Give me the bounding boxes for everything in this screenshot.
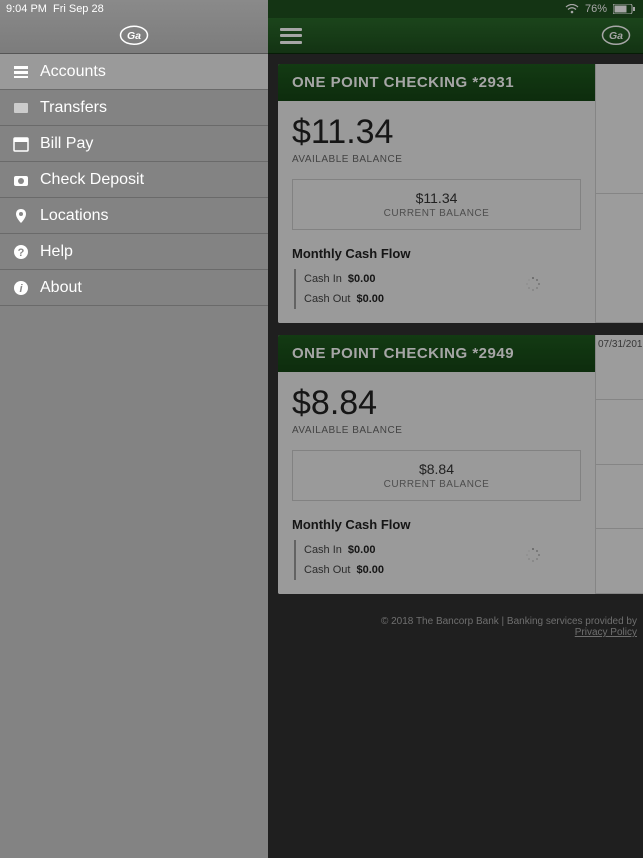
footer-copyright: © 2018 The Bancorp Bank | Banking servic…	[381, 616, 637, 627]
status-bar-left: 9:04 PM Fri Sep 28	[0, 0, 268, 18]
cashflow-section: Monthly Cash Flow Cash In $0.00 Cash Out…	[292, 517, 581, 580]
available-balance-label: AVAILABLE BALANCE	[292, 425, 581, 436]
sidebar-item-label: Transfers	[40, 99, 107, 117]
cashflow-section: Monthly Cash Flow Cash In $0.00 Cash Out…	[292, 246, 581, 309]
cash-in-value: $0.00	[348, 544, 376, 556]
account-title: ONE POINT CHECKING *2949	[278, 335, 595, 372]
transaction-cell[interactable]	[596, 64, 643, 194]
transactions-column	[595, 64, 643, 323]
svg-text:?: ?	[18, 247, 25, 259]
menu-toggle-button[interactable]	[280, 28, 302, 44]
sidebar-item-label: Bill Pay	[40, 135, 93, 153]
transaction-cell[interactable]	[596, 194, 643, 324]
current-balance-box: $11.34 CURRENT BALANCE	[292, 179, 581, 230]
cash-out-label: Cash Out	[304, 564, 350, 576]
brand-logo-icon: Ga	[601, 24, 631, 48]
status-date: Fri Sep 28	[53, 3, 104, 15]
sidebar-item-transfers[interactable]: Transfers	[0, 90, 268, 126]
sidebar-item-about[interactable]: i About	[0, 270, 268, 306]
transaction-cell[interactable]: 07/31/201	[596, 335, 643, 400]
cash-out-value: $0.00	[356, 564, 384, 576]
available-balance-value: $11.34	[292, 113, 581, 152]
sidebar-menu: Accounts Transfers Bill Pay Check Deposi…	[0, 54, 268, 306]
transaction-cell[interactable]	[596, 529, 643, 594]
cash-in-label: Cash In	[304, 273, 342, 285]
transaction-cell[interactable]	[596, 465, 643, 530]
sidebar-item-billpay[interactable]: Bill Pay	[0, 126, 268, 162]
cash-out-value: $0.00	[356, 293, 384, 305]
transfers-icon	[12, 99, 30, 117]
loading-spinner-icon	[525, 276, 541, 292]
sidebar-item-label: Locations	[40, 207, 109, 225]
main-panel: 76% Ga ONE POINT CHECKING *2931 $11.34 A…	[268, 0, 643, 858]
sidebar-item-checkdeposit[interactable]: Check Deposit	[0, 162, 268, 198]
cashflow-title: Monthly Cash Flow	[292, 246, 581, 261]
accounts-icon	[12, 63, 30, 81]
status-bar-right: 76%	[268, 0, 643, 18]
pin-icon	[12, 207, 30, 225]
brand-logo-icon: Ga	[119, 24, 149, 48]
info-icon: i	[12, 279, 30, 297]
sidebar: 9:04 PM Fri Sep 28 Ga Accounts Transfers…	[0, 0, 268, 858]
account-card[interactable]: ONE POINT CHECKING *2949 $8.84 AVAILABLE…	[278, 335, 643, 594]
help-icon: ?	[12, 243, 30, 261]
sidebar-item-label: Accounts	[40, 63, 106, 81]
account-title: ONE POINT CHECKING *2931	[278, 64, 595, 101]
svg-text:Ga: Ga	[127, 30, 141, 42]
main-header: Ga	[268, 18, 643, 54]
cash-in-label: Cash In	[304, 544, 342, 556]
calendar-icon	[12, 135, 30, 153]
accounts-list: ONE POINT CHECKING *2931 $11.34 AVAILABL…	[268, 54, 643, 638]
current-balance-value: $8.84	[303, 461, 570, 477]
camera-icon	[12, 171, 30, 189]
cash-in-value: $0.00	[348, 273, 376, 285]
status-battery-text: 76%	[585, 3, 607, 15]
sidebar-item-accounts[interactable]: Accounts	[0, 54, 268, 90]
loading-spinner-icon	[525, 547, 541, 563]
cash-out-label: Cash Out	[304, 293, 350, 305]
status-time: 9:04 PM	[6, 3, 47, 15]
privacy-policy-link[interactable]: Privacy Policy	[575, 627, 637, 638]
svg-text:Ga: Ga	[609, 30, 623, 42]
current-balance-value: $11.34	[303, 190, 570, 206]
sidebar-item-help[interactable]: ? Help	[0, 234, 268, 270]
wifi-icon	[565, 4, 579, 14]
sidebar-item-label: About	[40, 279, 82, 297]
available-balance-label: AVAILABLE BALANCE	[292, 154, 581, 165]
current-balance-box: $8.84 CURRENT BALANCE	[292, 450, 581, 501]
transactions-column: 07/31/201	[595, 335, 643, 594]
cashflow-title: Monthly Cash Flow	[292, 517, 581, 532]
current-balance-label: CURRENT BALANCE	[303, 208, 570, 219]
available-balance-value: $8.84	[292, 384, 581, 423]
sidebar-item-locations[interactable]: Locations	[0, 198, 268, 234]
footer: © 2018 The Bancorp Bank | Banking servic…	[278, 606, 643, 638]
sidebar-header: Ga	[0, 18, 268, 54]
sidebar-item-label: Check Deposit	[40, 171, 144, 189]
sidebar-item-label: Help	[40, 243, 73, 261]
battery-icon	[613, 4, 635, 14]
current-balance-label: CURRENT BALANCE	[303, 479, 570, 490]
account-card[interactable]: ONE POINT CHECKING *2931 $11.34 AVAILABL…	[278, 64, 643, 323]
transaction-cell[interactable]	[596, 400, 643, 465]
